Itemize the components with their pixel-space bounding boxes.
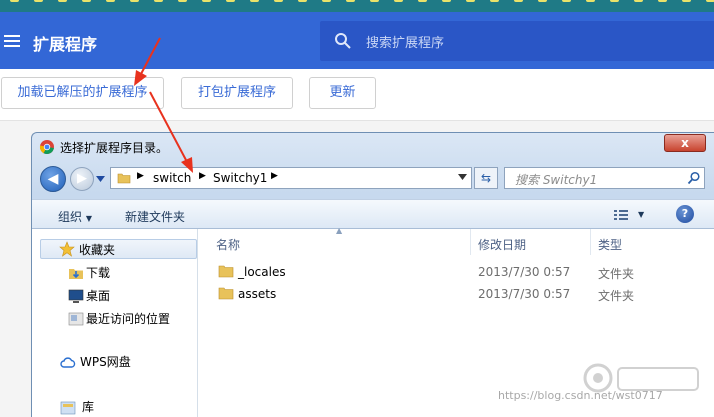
baidu-watermark-logo — [583, 363, 699, 393]
nav-label-desktop: 桌面 — [86, 289, 111, 303]
breadcrumb-separator[interactable]: ▶ — [137, 171, 144, 181]
cloud-icon — [60, 357, 76, 368]
file-row[interactable]: assets 2013/7/30 0:57 文件夹 — [198, 283, 714, 305]
recent-places-icon — [68, 312, 84, 326]
file-type: 文件夹 — [598, 289, 635, 303]
search-placeholder: 搜索扩展程序 — [366, 36, 445, 51]
breadcrumb-switchy1[interactable]: Switchy1 — [213, 171, 267, 185]
nav-item-desktop[interactable]: 桌面 — [68, 286, 110, 306]
chrome-icon — [39, 140, 54, 155]
load-unpacked-button[interactable]: 加载已解压的扩展程序 — [1, 77, 164, 109]
address-bar[interactable]: ▶ switch ▶ Switchy1 ▶ — [110, 167, 472, 189]
desktop-icon — [68, 289, 84, 303]
download-folder-icon — [69, 269, 83, 279]
history-dropdown-icon[interactable] — [96, 176, 105, 182]
folder-icon — [218, 265, 234, 278]
file-row[interactable]: _locales 2013/7/30 0:57 文件夹 — [198, 261, 714, 283]
extensions-search-input[interactable]: 搜索扩展程序 — [320, 21, 714, 61]
update-button[interactable]: 更新 — [309, 77, 376, 109]
nav-item-wps[interactable]: WPS网盘 — [60, 352, 131, 372]
page-title: 扩展程序 — [33, 35, 98, 54]
view-options-icon[interactable] — [614, 209, 628, 221]
organize-menu[interactable]: 组织 ▼ — [58, 208, 92, 225]
folder-icon — [117, 173, 131, 184]
new-folder-button[interactable]: 新建文件夹 — [125, 208, 185, 225]
dialog-title: 选择扩展程序目录。 — [60, 141, 169, 155]
nav-label-favorites: 收藏夹 — [79, 243, 116, 257]
nav-item-recent[interactable]: 最近访问的位置 — [68, 309, 170, 329]
column-header-modified[interactable]: 修改日期 — [478, 236, 526, 253]
search-icon — [335, 33, 351, 49]
back-button[interactable]: ◀ — [40, 166, 66, 192]
folder-search-input[interactable]: 搜索 Switchy1 — [504, 167, 705, 189]
column-header-type[interactable]: 类型 — [598, 236, 622, 253]
star-icon — [59, 241, 75, 257]
breadcrumb-separator[interactable]: ▶ — [199, 171, 206, 181]
view-dropdown-icon[interactable]: ▼ — [638, 210, 644, 219]
file-name: _locales — [238, 265, 286, 279]
window-top-strip — [0, 0, 714, 12]
sort-ascending-icon: ▲ — [336, 226, 343, 235]
nav-item-library[interactable]: 库 — [60, 397, 94, 417]
breadcrumb-switch[interactable]: switch — [153, 171, 191, 185]
file-name: assets — [238, 287, 277, 301]
folder-icon — [218, 287, 234, 300]
hamburger-menu-icon[interactable] — [4, 35, 20, 47]
extensions-toolbar: 加载已解压的扩展程序 打包扩展程序 更新 — [0, 69, 714, 121]
address-dropdown-icon[interactable] — [458, 174, 467, 180]
column-divider[interactable] — [590, 229, 591, 255]
search-icon[interactable] — [687, 171, 701, 185]
folder-search-placeholder: 搜索 Switchy1 — [515, 173, 598, 187]
file-type: 文件夹 — [598, 267, 635, 281]
breadcrumb-separator[interactable]: ▶ — [271, 171, 278, 181]
organize-label: 组织 — [58, 210, 83, 224]
refresh-button[interactable]: ⇆ — [474, 167, 498, 189]
forward-button[interactable]: ▶ — [70, 167, 94, 191]
nav-label-recent: 最近访问的位置 — [86, 312, 171, 326]
command-bar: 组织 ▼ 新建文件夹 ▼ ? — [32, 199, 714, 229]
pack-extension-button[interactable]: 打包扩展程序 — [181, 77, 293, 109]
dialog-close-button[interactable]: x — [664, 134, 706, 152]
watermark-url: https://blog.csdn.net/wst0717 — [498, 389, 663, 402]
extensions-header: 扩展程序 搜索扩展程序 — [0, 12, 714, 69]
nav-label-library: 库 — [82, 400, 95, 414]
nav-label-downloads: 下载 — [86, 266, 111, 280]
help-icon[interactable]: ? — [676, 205, 694, 223]
file-modified: 2013/7/30 0:57 — [478, 265, 571, 279]
navigation-pane: 收藏夹 下载 桌面 最近访问的位置 WPS网盘 库 — [32, 229, 198, 417]
chevron-down-icon: ▼ — [85, 214, 92, 223]
column-divider[interactable] — [470, 229, 471, 255]
nav-item-downloads[interactable]: 下载 — [68, 263, 110, 283]
column-header-name[interactable]: 名称 — [216, 236, 240, 253]
file-modified: 2013/7/30 0:57 — [478, 287, 571, 301]
nav-label-wps: WPS网盘 — [80, 355, 131, 369]
nav-item-favorites[interactable]: 收藏夹 — [40, 239, 197, 259]
library-icon — [60, 401, 76, 415]
